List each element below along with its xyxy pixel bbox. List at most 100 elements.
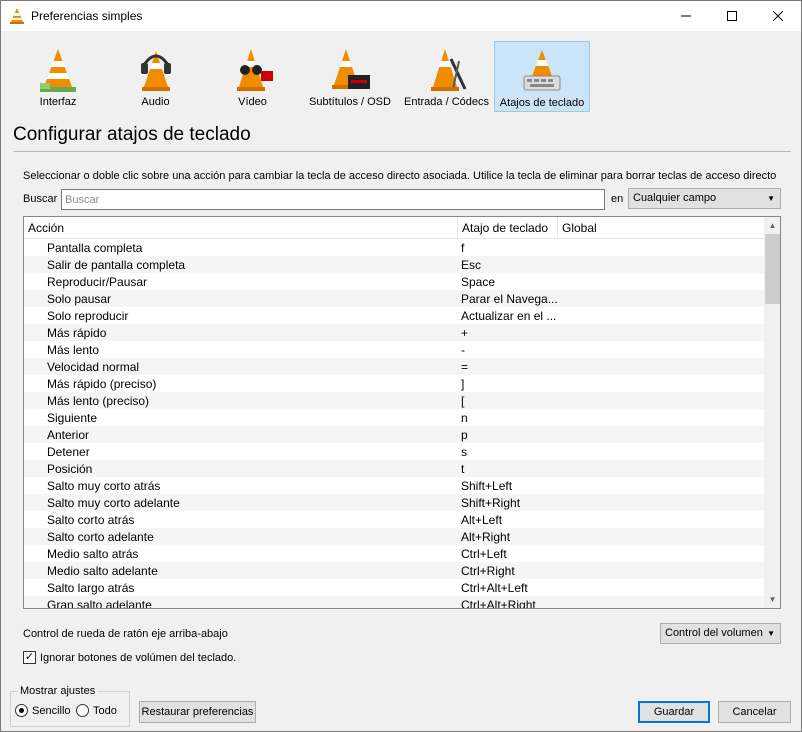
category-interfaz[interactable]: Interfaz bbox=[9, 41, 107, 112]
glasses-cone-icon bbox=[236, 49, 273, 91]
row-hotkey: s bbox=[461, 445, 467, 459]
close-button[interactable] bbox=[755, 1, 801, 31]
table-row[interactable]: Más lento - bbox=[24, 341, 764, 358]
row-hotkey: - bbox=[461, 343, 465, 357]
minimize-button[interactable] bbox=[663, 1, 709, 31]
row-hotkey: n bbox=[461, 411, 468, 425]
row-action: Más rápido bbox=[47, 326, 107, 340]
radio-all[interactable] bbox=[76, 704, 89, 717]
row-hotkey: Ctrl+Right bbox=[461, 564, 515, 578]
row-hotkey: [ bbox=[461, 394, 465, 408]
save-button[interactable]: Guardar bbox=[638, 701, 710, 723]
row-hotkey: Actualizar en el ... bbox=[461, 309, 557, 323]
row-hotkey: Alt+Left bbox=[461, 513, 503, 527]
category-hotkeys[interactable]: Atajos de teclado bbox=[494, 41, 590, 112]
row-action: Medio salto adelante bbox=[47, 564, 158, 578]
table-row[interactable]: Más lento (preciso) [ bbox=[24, 392, 764, 409]
table-row[interactable]: Salto corto adelante Alt+Right bbox=[24, 528, 764, 545]
wheel-control-select[interactable]: Control del volumen ▼ bbox=[660, 623, 781, 644]
preferences-window: Preferencias simples Interfaz Audio Víde… bbox=[0, 0, 802, 732]
radio-simple[interactable] bbox=[15, 704, 28, 717]
category-audio[interactable]: Audio bbox=[107, 41, 204, 112]
row-action: Posición bbox=[47, 462, 93, 476]
table-row[interactable]: Solo pausar Parar el Navega... bbox=[24, 290, 764, 307]
row-action: Solo pausar bbox=[47, 292, 112, 306]
row-hotkey: Ctrl+Alt+Left bbox=[461, 581, 528, 595]
row-action: Salto muy corto atrás bbox=[47, 479, 161, 493]
hotkeys-cone-icon bbox=[523, 50, 561, 91]
search-input[interactable] bbox=[61, 189, 605, 210]
table-row[interactable]: Salto corto atrás Alt+Left bbox=[24, 511, 764, 528]
row-action: Anterior bbox=[47, 428, 90, 442]
category-toolbar: Interfaz Audio Vídeo Subtítulos / OSD En… bbox=[9, 41, 599, 113]
row-hotkey: Alt+Right bbox=[461, 530, 511, 544]
table-row[interactable]: Medio salto atrás Ctrl+Left bbox=[24, 545, 764, 562]
chevron-down-icon: ▼ bbox=[767, 629, 775, 638]
row-action: Más rápido (preciso) bbox=[47, 377, 157, 391]
cancel-button[interactable]: Cancelar bbox=[718, 701, 791, 723]
vlc-cone-icon bbox=[10, 8, 24, 24]
search-in-label: en bbox=[611, 193, 624, 205]
wheel-control-label: Control de rueda de ratón eje arriba-aba… bbox=[23, 628, 228, 640]
category-label: Subtítulos / OSD bbox=[309, 96, 391, 108]
category-input-codecs[interactable]: Entrada / Códecs bbox=[399, 41, 494, 112]
table-row[interactable]: Salto muy corto adelante Shift+Right bbox=[24, 494, 764, 511]
hotkeys-table: Acción Atajo de teclado Global Pantalla … bbox=[23, 216, 781, 609]
radio-all-label: Todo bbox=[93, 705, 117, 717]
category-video[interactable]: Vídeo bbox=[204, 41, 301, 112]
search-field-select[interactable]: Cualquier campo ▼ bbox=[628, 188, 781, 209]
table-row[interactable]: Velocidad normal = bbox=[24, 358, 764, 375]
ignore-volume-checkbox[interactable]: ✓ bbox=[23, 651, 36, 664]
row-hotkey: Shift+Left bbox=[461, 479, 513, 493]
row-hotkey: Shift+Right bbox=[461, 496, 521, 510]
vertical-scrollbar[interactable]: ▲ ▼ bbox=[764, 217, 780, 608]
scroll-down-icon[interactable]: ▼ bbox=[764, 591, 780, 608]
radio-simple-label: Sencillo bbox=[32, 705, 71, 717]
column-header-action[interactable]: Acción bbox=[28, 221, 64, 235]
table-row[interactable]: Salir de pantalla completa Esc bbox=[24, 256, 764, 273]
maximize-button[interactable] bbox=[709, 1, 755, 31]
category-label: Vídeo bbox=[238, 96, 267, 108]
minimize-icon bbox=[681, 15, 691, 17]
row-hotkey: Parar el Navega... bbox=[461, 292, 558, 306]
table-row[interactable]: Pantalla completa f bbox=[24, 239, 764, 256]
row-action: Salto corto adelante bbox=[47, 530, 154, 544]
table-row[interactable]: Posición t bbox=[24, 460, 764, 477]
row-hotkey: = bbox=[461, 360, 469, 374]
column-header-global[interactable]: Global bbox=[562, 221, 597, 235]
table-row[interactable]: Anterior p bbox=[24, 426, 764, 443]
row-action: Pantalla completa bbox=[47, 241, 143, 255]
table-row[interactable]: Medio salto adelante Ctrl+Right bbox=[24, 562, 764, 579]
table-row[interactable]: Siguiente n bbox=[24, 409, 764, 426]
table-header: Acción Atajo de teclado Global bbox=[24, 217, 764, 239]
codecs-cone-icon bbox=[430, 49, 466, 91]
close-icon bbox=[773, 11, 783, 21]
column-separator[interactable] bbox=[557, 217, 558, 239]
search-label: Buscar bbox=[23, 193, 58, 205]
table-row[interactable]: Detener s bbox=[24, 443, 764, 460]
row-action: Gran salto adelante bbox=[47, 598, 152, 609]
row-hotkey: ] bbox=[461, 377, 465, 391]
row-action: Salto largo atrás bbox=[47, 581, 135, 595]
column-separator[interactable] bbox=[457, 217, 458, 239]
reset-preferences-button[interactable]: Restaurar preferencias bbox=[139, 701, 256, 723]
show-settings-title: Mostrar ajustes bbox=[18, 685, 98, 697]
table-row[interactable]: Salto largo atrás Ctrl+Alt+Left bbox=[24, 579, 764, 596]
description-text: Seleccionar o doble clic sobre una acció… bbox=[23, 170, 777, 182]
table-row[interactable]: Salto muy corto atrás Shift+Left bbox=[24, 477, 764, 494]
row-action: Salir de pantalla completa bbox=[47, 258, 186, 272]
ignore-volume-label: Ignorar botones de volúmen del teclado. bbox=[40, 652, 237, 664]
headphones-cone-icon bbox=[140, 51, 171, 91]
table-row[interactable]: Gran salto adelante Ctrl+Alt+Right bbox=[24, 596, 764, 609]
scrollbar-thumb[interactable] bbox=[765, 234, 780, 304]
column-header-hotkey[interactable]: Atajo de teclado bbox=[462, 221, 548, 235]
row-action: Más lento (preciso) bbox=[47, 394, 150, 408]
table-row[interactable]: Más rápido + bbox=[24, 324, 764, 341]
table-row[interactable]: Solo reproducir Actualizar en el ... bbox=[24, 307, 764, 324]
category-subtitles[interactable]: Subtítulos / OSD bbox=[301, 41, 399, 112]
row-hotkey: + bbox=[461, 326, 469, 340]
scroll-up-icon[interactable]: ▲ bbox=[764, 217, 780, 234]
table-row[interactable]: Reproducir/Pausar Space bbox=[24, 273, 764, 290]
table-row[interactable]: Más rápido (preciso)] bbox=[24, 375, 764, 392]
category-label: Interfaz bbox=[39, 96, 77, 108]
